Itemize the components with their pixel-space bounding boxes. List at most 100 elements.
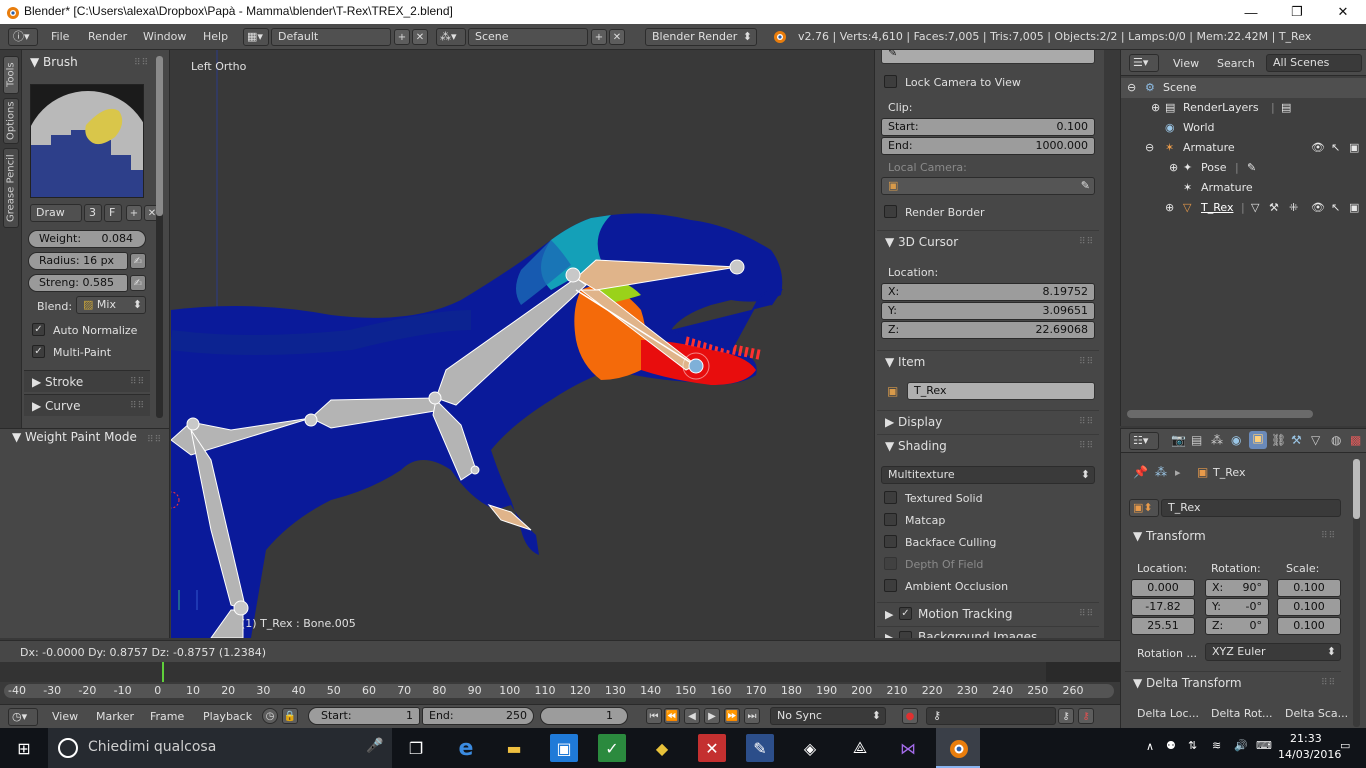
timeline-editor-type-button[interactable]: ◷▾	[8, 708, 38, 726]
brush-preview[interactable]	[30, 84, 144, 198]
outliner-filter-select[interactable]: All Scenes	[1266, 54, 1362, 72]
taskbar-sketchup[interactable]: ◆	[648, 734, 676, 762]
render-tab-icon[interactable]: 📷	[1171, 433, 1186, 447]
item-name-field[interactable]: T_Rex	[907, 382, 1095, 400]
render-layers-tab-icon[interactable]: ▤	[1191, 433, 1202, 447]
lock-camera-checkbox[interactable]	[884, 75, 897, 88]
drag-handle-icon[interactable]: ⠿⠿	[134, 58, 149, 68]
tray-clock-date[interactable]: 14/03/2016	[1278, 748, 1341, 761]
tray-overflow-icon[interactable]: ∧	[1146, 740, 1154, 753]
data-tab-icon[interactable]: ▽	[1311, 433, 1320, 447]
tab-tools[interactable]: Tools	[3, 56, 19, 94]
multi-paint-checkbox[interactable]: ✓	[32, 345, 45, 358]
layout-browse-button[interactable]: ▦▾	[243, 28, 269, 46]
keying-set-field[interactable]: ⚷	[926, 707, 1056, 725]
current-frame-field[interactable]: 1	[540, 707, 628, 725]
scene-browse-button[interactable]: ⁂▾	[436, 28, 466, 46]
scale-y-field[interactable]: 0.100	[1277, 598, 1341, 616]
visibility-eye-icon[interactable]: 👁	[1311, 138, 1325, 158]
shading-panel-header[interactable]: ▼ Shading ⠿⠿	[877, 434, 1099, 456]
motion-tracking-checkbox[interactable]: ✓	[899, 607, 912, 620]
viewport-canvas[interactable]	[171, 50, 873, 638]
expand-icon[interactable]: ⊕	[1169, 158, 1178, 178]
taskbar-visual-studio[interactable]: ⋈	[894, 734, 922, 762]
depth-of-field-checkbox[interactable]	[884, 557, 897, 570]
sync-mode-select[interactable]: No Sync ⬍	[770, 707, 886, 725]
location-z-field[interactable]: 25.51	[1131, 617, 1195, 635]
insert-keyframe-button[interactable]: ⚷	[1058, 708, 1074, 724]
menu-window[interactable]: Window	[143, 28, 186, 46]
select-cursor-icon[interactable]: ↖	[1331, 198, 1340, 218]
strength-field[interactable]: Streng: 0.585	[28, 274, 128, 292]
scroll-thumb[interactable]	[156, 56, 163, 216]
timeline-menu-marker[interactable]: Marker	[96, 710, 134, 723]
brush-new-button[interactable]: +	[126, 205, 142, 221]
world-tab-icon[interactable]: ◉	[1231, 433, 1241, 447]
jump-end-button[interactable]: ⏭	[744, 708, 760, 724]
taskbar-spreadsheet[interactable]: ✓	[598, 734, 626, 762]
current-frame-marker[interactable]	[162, 662, 164, 682]
brush-panel-header[interactable]: ▼ Brush	[30, 52, 78, 72]
stroke-panel[interactable]: ▶ Stroke ⠿⠿	[24, 370, 150, 392]
properties-scrollbar[interactable]	[1353, 459, 1360, 727]
object-name-field[interactable]: T_Rex	[1161, 499, 1341, 517]
render-camera-icon[interactable]: ▣	[1349, 138, 1359, 158]
outliner-row-pose[interactable]: ⊕ ✦ Pose | ✎	[1121, 158, 1366, 178]
delete-keyframe-button[interactable]: ⚷	[1078, 708, 1094, 724]
scene-remove-button[interactable]: ✕	[609, 29, 625, 45]
3d-viewport[interactable]: Left Ortho (1) T_Rex : Bone.005	[171, 50, 873, 638]
tray-keyboard-icon[interactable]: ⌨	[1256, 739, 1272, 752]
render-camera-icon[interactable]: ▣	[1349, 198, 1359, 218]
tab-grease-pencil[interactable]: Grease Pencil	[3, 148, 19, 228]
cortana-search-box[interactable]: Chiedimi qualcosa 🎤	[48, 728, 392, 768]
taskbar-unity-2[interactable]: ⟁	[846, 734, 874, 762]
rotation-mode-select[interactable]: XYZ Euler ⬍	[1205, 643, 1341, 661]
taskbar-store[interactable]: ▣	[550, 734, 578, 762]
taskbar-file-explorer[interactable]: ▬	[500, 734, 528, 762]
brush-name-field[interactable]: Draw	[30, 204, 82, 222]
render-border-checkbox[interactable]	[884, 205, 897, 218]
object-tab-icon[interactable]: ▣	[1249, 431, 1267, 449]
motion-tracking-panel-header[interactable]: ▶ ✓ Motion Tracking ⠿⠿	[877, 602, 1099, 624]
expand-icon[interactable]: ⊕	[1165, 198, 1174, 218]
timeline-menu-playback[interactable]: Playback	[203, 710, 252, 723]
tray-wifi-icon[interactable]: ≋	[1212, 739, 1221, 752]
outliner-row-world[interactable]: ◉ World	[1121, 118, 1366, 138]
clip-start-field[interactable]: Start: 0.100	[881, 118, 1095, 136]
display-panel-header[interactable]: ▶ Display ⠿⠿	[877, 410, 1099, 432]
collapse-icon[interactable]: ⊖	[1145, 138, 1154, 158]
tray-volume-icon[interactable]: 🔊	[1234, 739, 1248, 752]
timeline-scrollbar[interactable]	[4, 684, 1114, 698]
tray-clock-time[interactable]: 21:33	[1290, 732, 1322, 745]
outliner-row-trex[interactable]: ⊕ ▽ T_Rex | ▽ ⚒ ⁜ 👁 ↖ ▣	[1121, 198, 1366, 218]
modifiers-tab-icon[interactable]: ⚒	[1291, 433, 1302, 447]
brush-users-count[interactable]: 3	[84, 204, 102, 222]
render-engine-select[interactable]: Blender Render ⬍	[645, 28, 757, 46]
drag-handle-icon[interactable]: ⠿⠿	[1079, 609, 1094, 619]
jump-keyframe-back-button[interactable]: ⏪	[664, 708, 680, 724]
properties-editor-type-button[interactable]: ☷▾	[1129, 432, 1159, 450]
tool-shelf-scrollbar[interactable]	[156, 56, 163, 418]
timeline-track[interactable]	[0, 662, 1120, 682]
pin-icon[interactable]: 📌	[1133, 465, 1148, 479]
scene-tab-icon[interactable]: ⁂	[1211, 433, 1223, 447]
drag-handle-icon[interactable]: ⠿⠿	[1079, 441, 1094, 451]
taskbar-image-editor[interactable]: ✎	[746, 734, 774, 762]
tray-network-icon[interactable]: ⇅	[1188, 739, 1197, 752]
start-frame-field[interactable]: Start: 1	[308, 707, 420, 725]
rotation-y-field[interactable]: Y: -0°	[1205, 598, 1269, 616]
preview-range-button[interactable]: ◷	[262, 708, 278, 724]
drag-handle-icon[interactable]: ⠿⠿	[1321, 678, 1336, 688]
start-button[interactable]: ⊞	[10, 734, 38, 762]
play-reverse-button[interactable]: ◀	[684, 708, 700, 724]
microphone-icon[interactable]: 🎤	[366, 738, 383, 754]
radius-field[interactable]: Radius: 16 px	[28, 252, 128, 270]
jump-keyframe-forward-button[interactable]: ⏩	[724, 708, 740, 724]
collapse-icon[interactable]: ⊖	[1127, 78, 1136, 98]
drag-handle-icon[interactable]: ⠿⠿	[1321, 531, 1336, 541]
cursor-z-field[interactable]: Z: 22.69068	[881, 321, 1095, 339]
background-images-checkbox[interactable]	[899, 631, 912, 638]
end-frame-field[interactable]: End: 250	[422, 707, 534, 725]
expand-icon[interactable]: ⊕	[1151, 98, 1160, 118]
matcap-checkbox[interactable]	[884, 513, 897, 526]
